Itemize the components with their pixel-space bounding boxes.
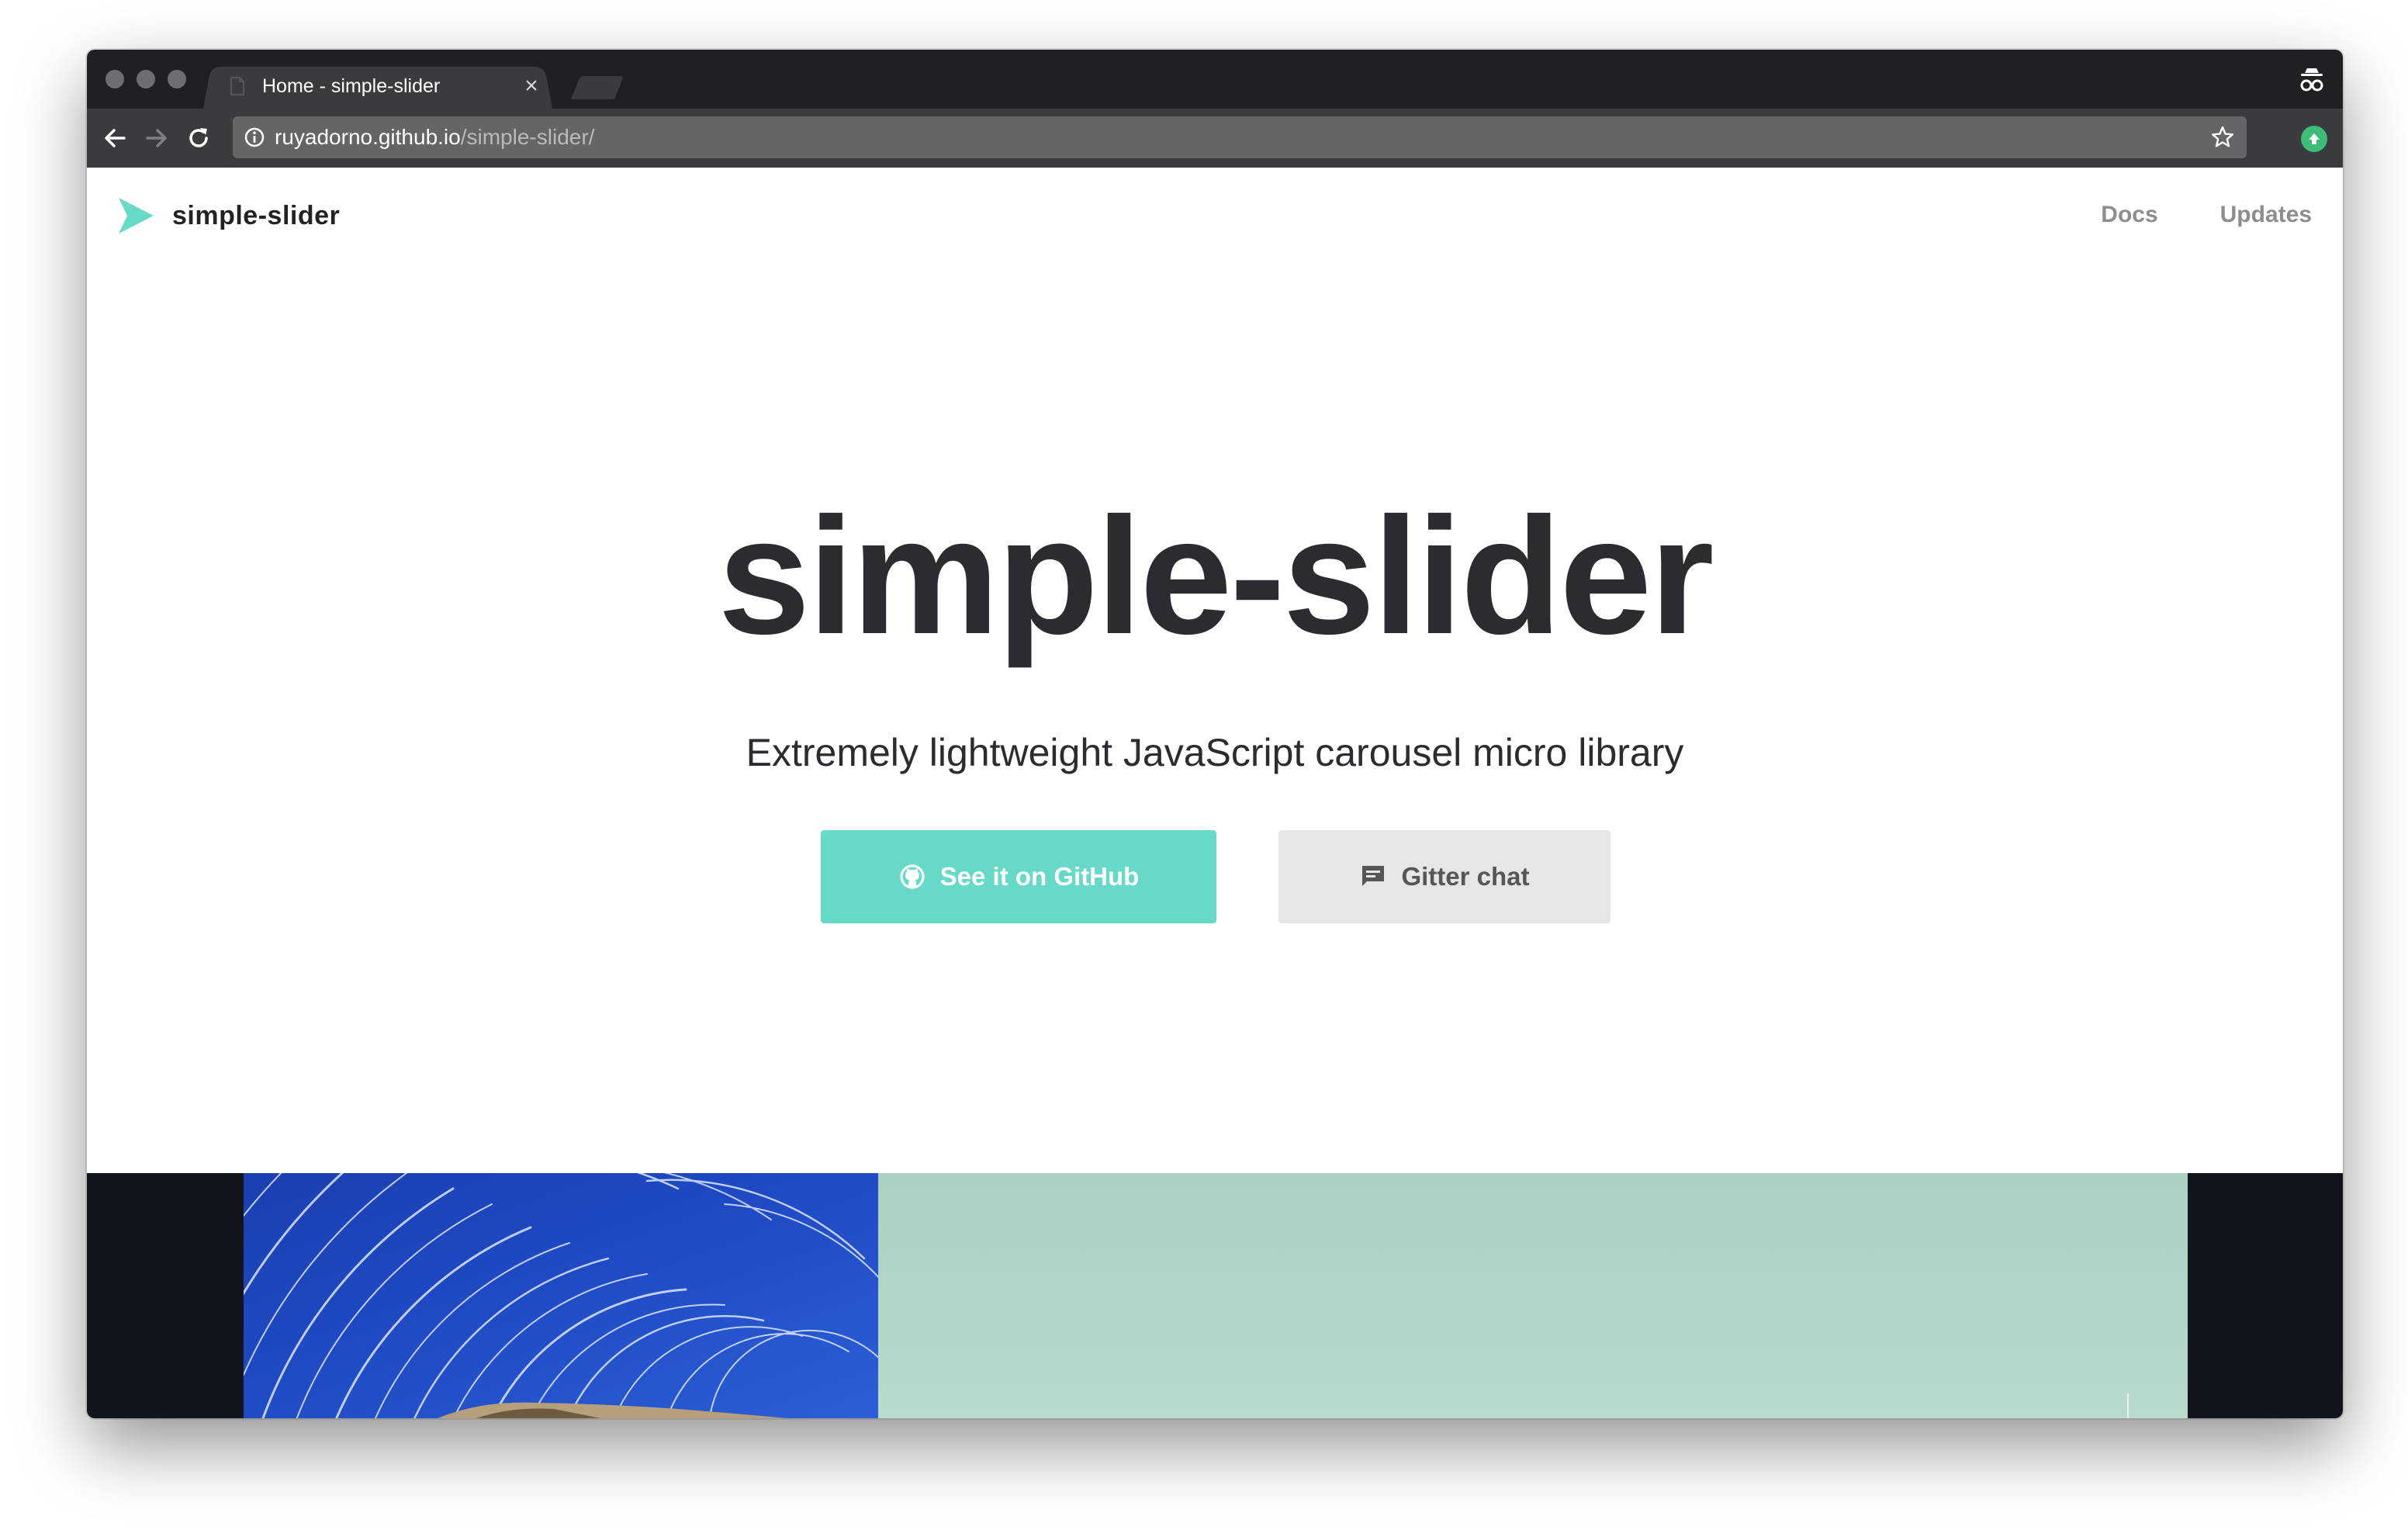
close-window-button[interactable] [106, 70, 124, 88]
nav-links: Docs Updates [2039, 202, 2312, 228]
site-navbar: simple-slider Docs Updates [87, 168, 2343, 261]
github-button-label: See it on GitHub [939, 862, 1140, 891]
reload-icon[interactable] [185, 124, 213, 152]
address-host: ruyadorno.github.io [275, 125, 461, 149]
info-icon[interactable] [244, 126, 265, 148]
github-button[interactable]: See it on GitHub [821, 830, 1216, 923]
slide-sea-image [878, 1173, 2188, 1418]
extension-update-icon[interactable] [2301, 126, 2327, 152]
browser-window: Home - simple-slider × ruyadorno.github.… [87, 50, 2343, 1418]
address-path: /simple-slider/ [460, 125, 595, 149]
star-icon[interactable] [2209, 124, 2236, 151]
page-icon [230, 77, 245, 95]
address-bar[interactable]: ruyadorno.github.io/simple-slider/ [233, 116, 2247, 158]
slide-star-trails-image [244, 1173, 878, 1418]
hero-subtitle: Extremely lightweight JavaScript carouse… [746, 731, 1684, 774]
browser-titlebar: Home - simple-slider × [87, 50, 2343, 109]
new-tab-button[interactable] [570, 76, 624, 99]
address-url[interactable]: ruyadorno.github.io/simple-slider/ [275, 125, 2209, 150]
gitter-button-label: Gitter chat [1401, 862, 1530, 891]
tab-title: Home - simple-slider [262, 74, 441, 97]
gitter-chat-button[interactable]: Gitter chat [1278, 830, 1611, 923]
nav-link-docs[interactable]: Docs [2101, 202, 2157, 228]
nav-link-updates[interactable]: Updates [2220, 202, 2312, 228]
image-slider[interactable] [87, 1173, 2343, 1418]
maximize-window-button[interactable] [168, 70, 186, 88]
chat-icon [1359, 863, 1387, 891]
forward-arrow-icon[interactable] [143, 124, 171, 152]
web-page: simple-slider Docs Updates simple-slider… [87, 168, 2343, 1418]
incognito-icon [2296, 65, 2327, 96]
tab-close-icon[interactable]: × [520, 74, 543, 98]
browser-toolbar: ruyadorno.github.io/simple-slider/ [87, 109, 2343, 168]
brand-link[interactable]: simple-slider [116, 196, 340, 236]
minimize-window-button[interactable] [137, 70, 155, 88]
browser-tab-content: Home - simple-slider × [220, 64, 554, 109]
hero-title: simple-slider [718, 483, 1714, 669]
play-logo-icon [116, 196, 155, 235]
brand-name: simple-slider [172, 200, 341, 230]
back-arrow-icon[interactable] [101, 124, 129, 152]
github-icon [898, 863, 926, 891]
